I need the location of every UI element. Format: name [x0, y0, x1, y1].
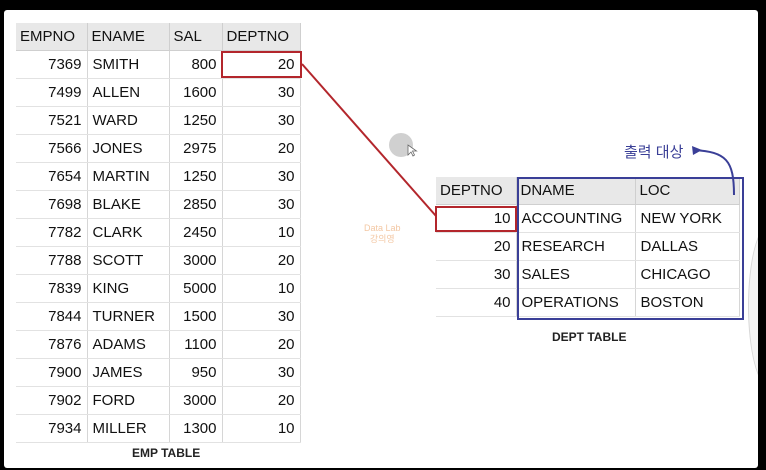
output-arrow-head: [692, 146, 702, 155]
cursor-arrow-icon: [407, 144, 418, 157]
join-connector-line: [301, 63, 437, 217]
connector-overlay: [301, 63, 735, 217]
output-arrow-curve: [693, 149, 735, 196]
slide-frame: EMPNO ENAME SAL DEPTNO 7369 SMITH 800 20 749…: [4, 10, 758, 468]
